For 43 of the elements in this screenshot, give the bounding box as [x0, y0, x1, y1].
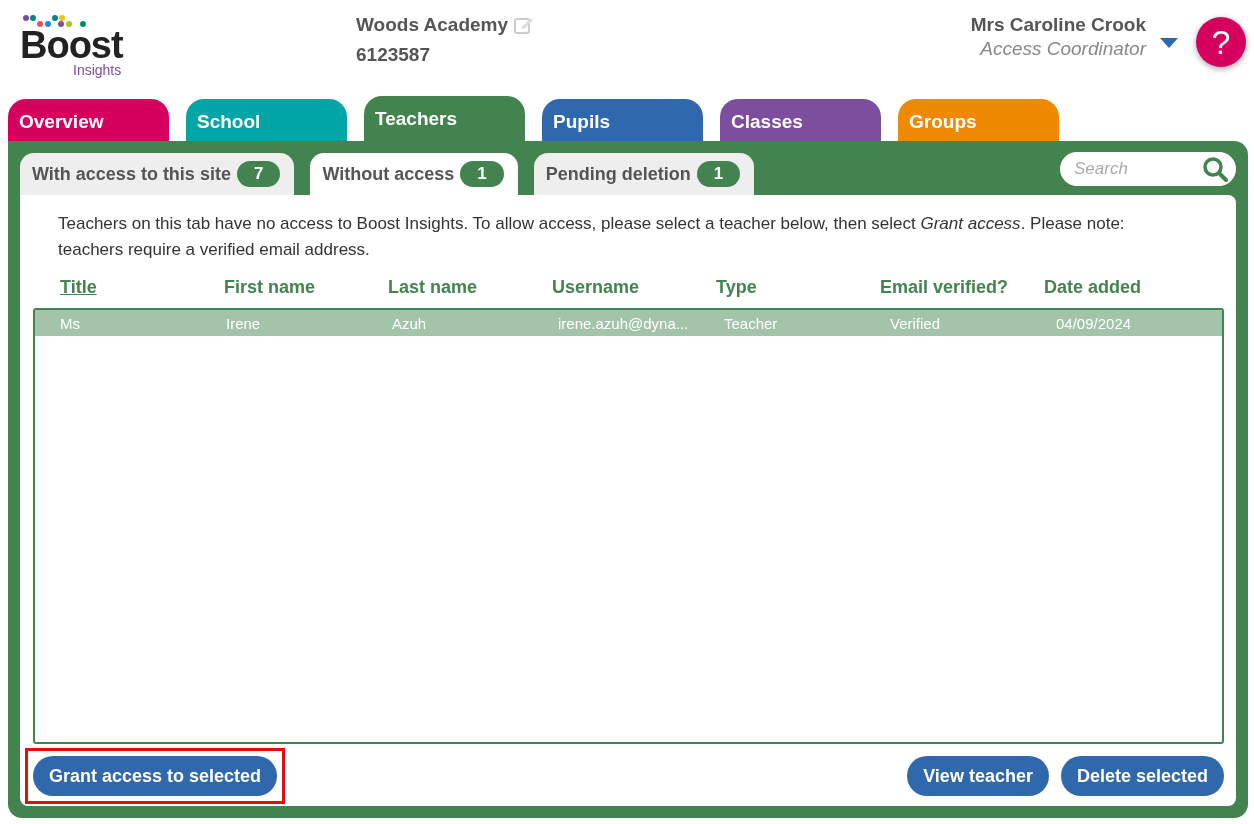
user-name: Mrs Caroline Crook — [970, 14, 1146, 36]
search-input[interactable]: Search — [1072, 158, 1196, 180]
school-number: 6123587 — [356, 44, 431, 66]
count-badge: 1 — [696, 161, 741, 187]
tab-label: Pending deletion — [545, 163, 691, 185]
boost-logo: Boost Insights — [20, 14, 140, 84]
tab-label: With access to this site — [32, 163, 231, 185]
column-header[interactable]: Username — [552, 277, 640, 298]
table-cell: 04/09/2024 — [1056, 314, 1132, 332]
nav-tab[interactable]: Groups — [898, 99, 1059, 141]
table-cell: Azuh — [392, 314, 427, 332]
column-header[interactable]: First name — [224, 277, 316, 298]
caret-icon[interactable] — [1160, 38, 1178, 48]
table-cell: irene.azuh@dyna... — [558, 314, 689, 332]
user-role: Access Coordinator — [980, 38, 1146, 60]
intro-text: Teachers on this tab have no access to Boost Insights. To allow access, please select a teacher below, then select Grant access. Please note: teachers require a verified email address. — [57, 213, 1126, 261]
sub-tab[interactable]: With access to this site 7 — [20, 153, 295, 195]
column-header[interactable]: Last name — [388, 277, 478, 298]
table-cell: Ms — [60, 314, 80, 332]
search-icon[interactable] — [1202, 156, 1228, 182]
sub-tab[interactable]: Pending deletion 1 — [533, 153, 755, 195]
column-header[interactable]: Type — [716, 277, 757, 298]
nav-tab[interactable]: Teachers — [364, 96, 525, 141]
nav-tab[interactable]: Overview — [8, 99, 169, 141]
column-header[interactable]: Email verified? — [880, 277, 1009, 298]
column-header[interactable]: Date added — [1044, 277, 1142, 298]
table-cell: Irene — [226, 314, 261, 332]
table-cell: Teacher — [724, 314, 778, 332]
nav-tab[interactable]: Classes — [720, 99, 881, 141]
sub-tab[interactable]: Without access 1 — [310, 153, 518, 195]
nav-tab[interactable]: School — [186, 99, 347, 141]
action-button[interactable]: View teacher — [907, 756, 1049, 796]
search-field[interactable]: Search — [1060, 152, 1236, 186]
school-name: Woods Academy — [356, 14, 509, 36]
column-header[interactable]: Title — [60, 277, 97, 298]
table-cell: Verified — [890, 314, 941, 332]
tab-label: Without access — [322, 163, 455, 185]
action-button[interactable]: Delete selected — [1060, 756, 1224, 796]
count-badge: 7 — [236, 161, 281, 187]
action-button[interactable]: Grant access to selected — [33, 756, 278, 796]
count-badge: 1 — [460, 161, 504, 187]
help-button[interactable]: ? — [1196, 17, 1246, 67]
nav-tab[interactable]: Pupils — [542, 99, 703, 141]
